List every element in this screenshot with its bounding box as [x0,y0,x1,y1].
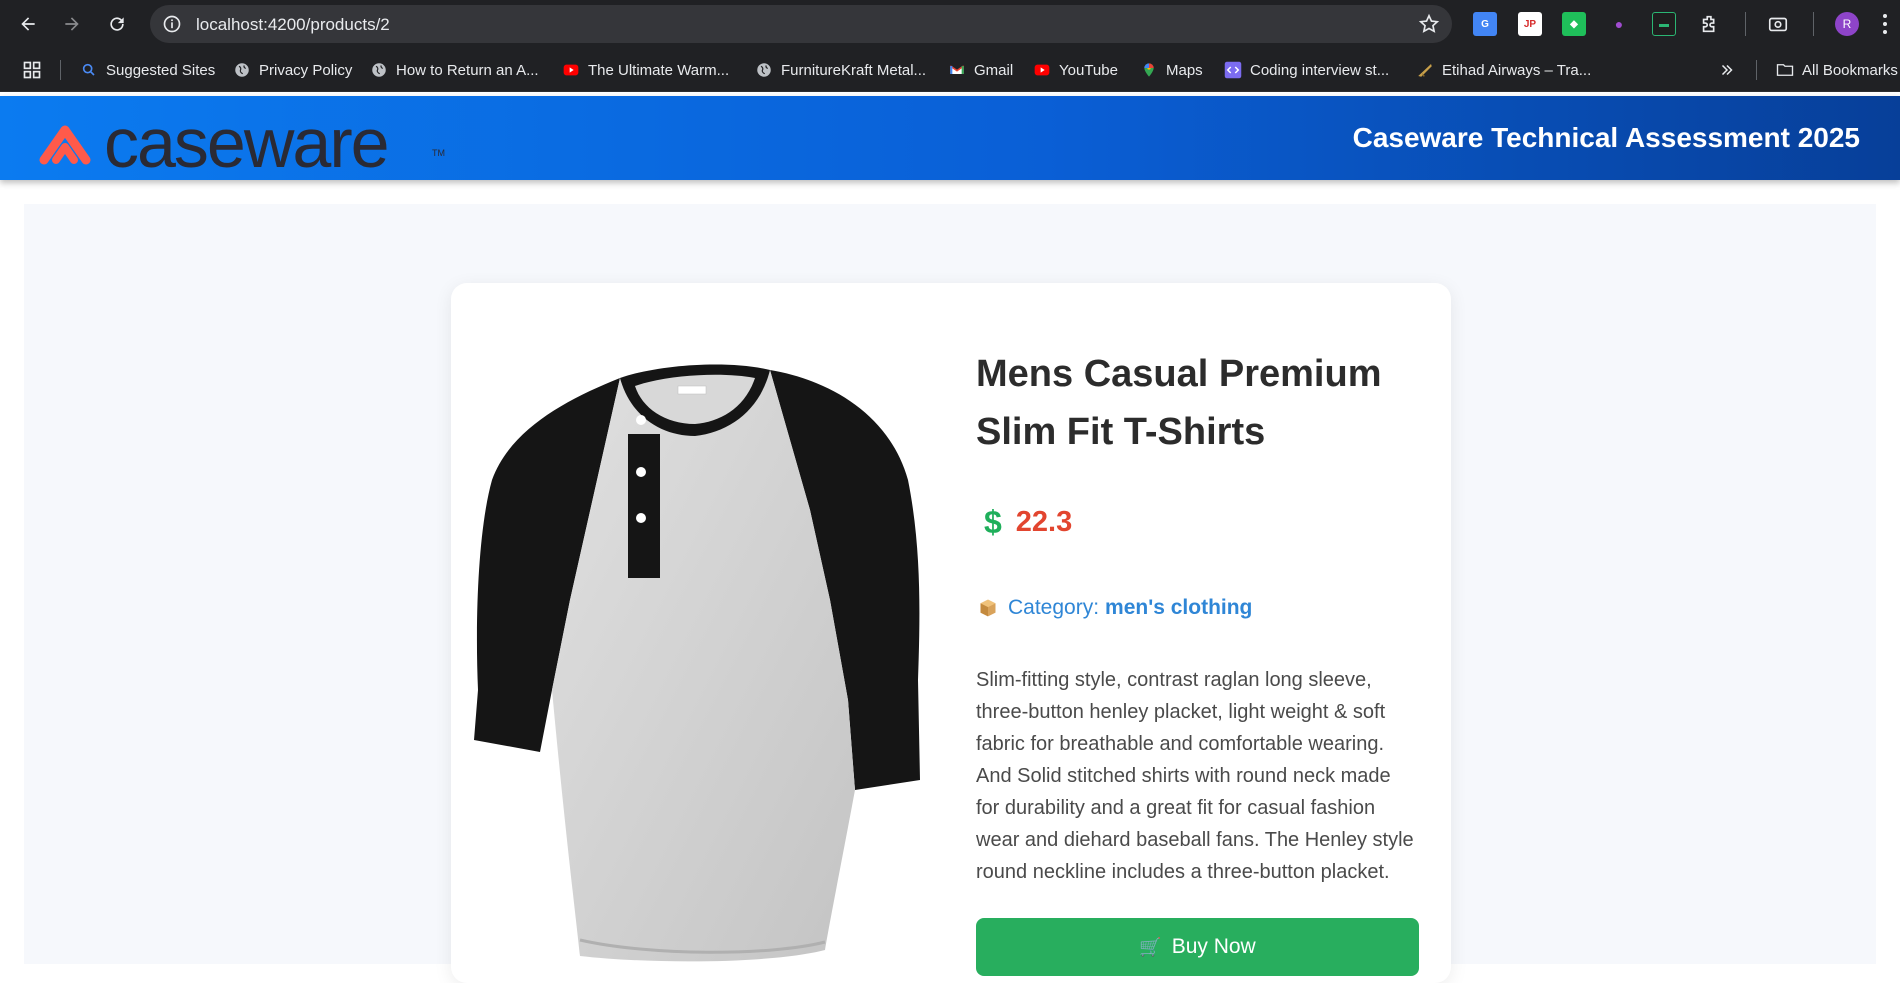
forward-button[interactable] [60,12,84,36]
app-header: caseware TM Caseware Technical Assessmen… [0,96,1900,180]
etihad-icon [1416,61,1434,79]
product-price: 22.3 [1015,506,1073,538]
folder-icon [1776,61,1794,79]
bookmark-furniturekraft[interactable]: FurnitureKraft Metal... [755,59,926,81]
toolbar-divider [1745,12,1746,36]
product-image [474,364,920,962]
youtube-icon [562,61,580,79]
bookmark-suggested-sites[interactable]: Suggested Sites [80,59,215,81]
globe-icon [233,61,251,79]
browser-toolbar: localhost:4200/products/2 G JP ◆ ● ▬ R [0,0,1900,48]
shopping-cart-icon: 🛒 [1139,936,1162,957]
all-bookmarks-folder[interactable]: All Bookmarks [1776,59,1898,81]
bookmark-gmail[interactable]: Gmail [948,59,1013,81]
bookmark-maps[interactable]: Maps [1140,59,1203,81]
code-icon [1224,61,1242,79]
page-header-title: Caseware Technical Assessment 2025 [1352,122,1860,153]
category-row: Category: men's clothing [978,596,1252,620]
google-translate-icon[interactable]: G [1473,12,1497,36]
terminal-extension-icon[interactable]: ▬ [1652,12,1676,36]
extensions-puzzle-icon[interactable] [1698,12,1722,36]
bookmark-privacy-policy[interactable]: Privacy Policy [233,59,352,81]
package-icon [980,599,996,617]
product-description: Slim-fitting style, contrast raglan long… [976,669,1414,883]
profile-avatar[interactable]: R [1835,12,1859,36]
search-icon [80,61,98,79]
back-button[interactable] [16,12,40,36]
trademark-mark: TM [432,148,445,158]
more-bookmarks-chevron-icon[interactable] [1718,59,1736,81]
dollar-icon: $ [984,504,1002,540]
buy-now-label: Buy Now [1171,935,1256,958]
arrow-right-icon [65,17,79,31]
screenshot-icon[interactable] [1766,12,1790,36]
bookmark-etihad[interactable]: Etihad Airways – Tra... [1416,59,1591,81]
category-label: Category: [1008,596,1100,619]
caseware-logo[interactable]: caseware [38,104,390,182]
bookmark-youtube[interactable]: YouTube [1033,59,1118,81]
caseware-logo-mark-icon [39,125,91,165]
reload-button[interactable] [105,12,129,36]
arrow-left-icon [21,17,35,31]
url-text[interactable]: localhost:4200/products/2 [196,15,390,35]
bookmarks-divider [60,60,61,80]
maps-icon [1140,61,1158,79]
green-extension-icon[interactable]: ◆ [1562,12,1586,36]
bookmark-coding-interview[interactable]: Coding interview st... [1224,59,1389,81]
apps-grid-icon[interactable] [22,59,42,81]
youtube-icon [1033,61,1051,79]
dot-extension-icon[interactable]: ● [1607,12,1631,36]
globe-icon [755,61,773,79]
bookmark-star-icon[interactable] [1418,13,1440,35]
menu-kebab-icon[interactable] [1882,12,1888,36]
gmail-icon [948,61,966,79]
bookmarks-divider [1756,60,1757,80]
toolbar-divider [1813,12,1814,36]
product-title: Mens Casual Premium Slim Fit T-Shirts [976,353,1382,453]
buy-now-button[interactable]: 🛒 Buy Now [976,918,1419,976]
price-row: $ 22.3 [984,504,1072,541]
logo-wordmark: caseware [104,104,390,182]
jp-extension-icon[interactable]: JP [1518,12,1542,36]
reload-icon [110,17,124,31]
bookmark-how-to-return[interactable]: How to Return an A... [370,59,539,81]
category-value: men's clothing [1105,596,1253,619]
address-bar[interactable]: localhost:4200/products/2 [150,5,1452,43]
info-icon[interactable] [162,14,182,34]
globe-icon [370,61,388,79]
bookmark-ultimate-warm[interactable]: The Ultimate Warm... [562,59,729,81]
bookmarks-bar: Suggested Sites Privacy Policy How to Re… [0,48,1900,92]
